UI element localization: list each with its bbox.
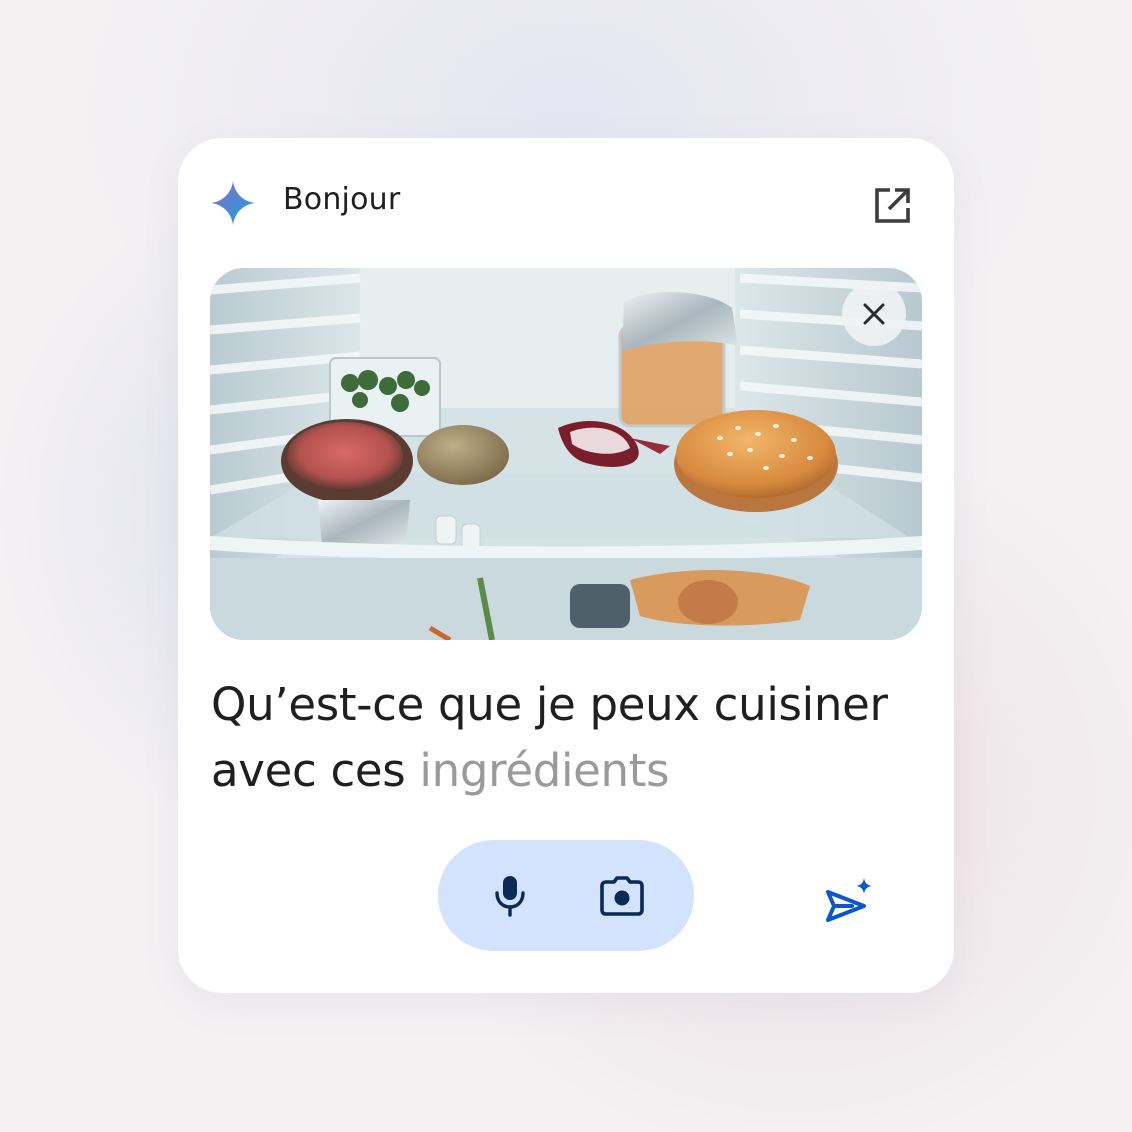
prompt-text[interactable]: Qu’est-ce que je peux cuisiner avec ces … <box>211 672 911 804</box>
close-image-button[interactable] <box>842 282 906 346</box>
close-icon <box>863 303 885 325</box>
input-mode-pill <box>438 840 694 951</box>
gemini-sparkle-icon <box>211 181 255 225</box>
microphone-icon <box>495 876 525 917</box>
greeting-title: Bonjour <box>283 182 401 217</box>
camera-icon <box>600 876 644 916</box>
prompt-pending-text: ingrédients <box>419 744 670 797</box>
fridge-photo <box>210 268 922 640</box>
send-button[interactable] <box>818 870 878 930</box>
camera-button[interactable] <box>594 868 650 924</box>
microphone-button[interactable] <box>482 868 538 924</box>
assistant-card: Bonjour Qu’est-ce que je peux cuisiner a… <box>178 138 954 993</box>
open-in-new-button[interactable] <box>866 180 918 232</box>
fridge-scene-illustration <box>210 268 922 640</box>
open-in-new-icon <box>875 188 910 223</box>
card-header: Bonjour <box>178 138 954 268</box>
send-sparkle-icon <box>826 878 872 922</box>
